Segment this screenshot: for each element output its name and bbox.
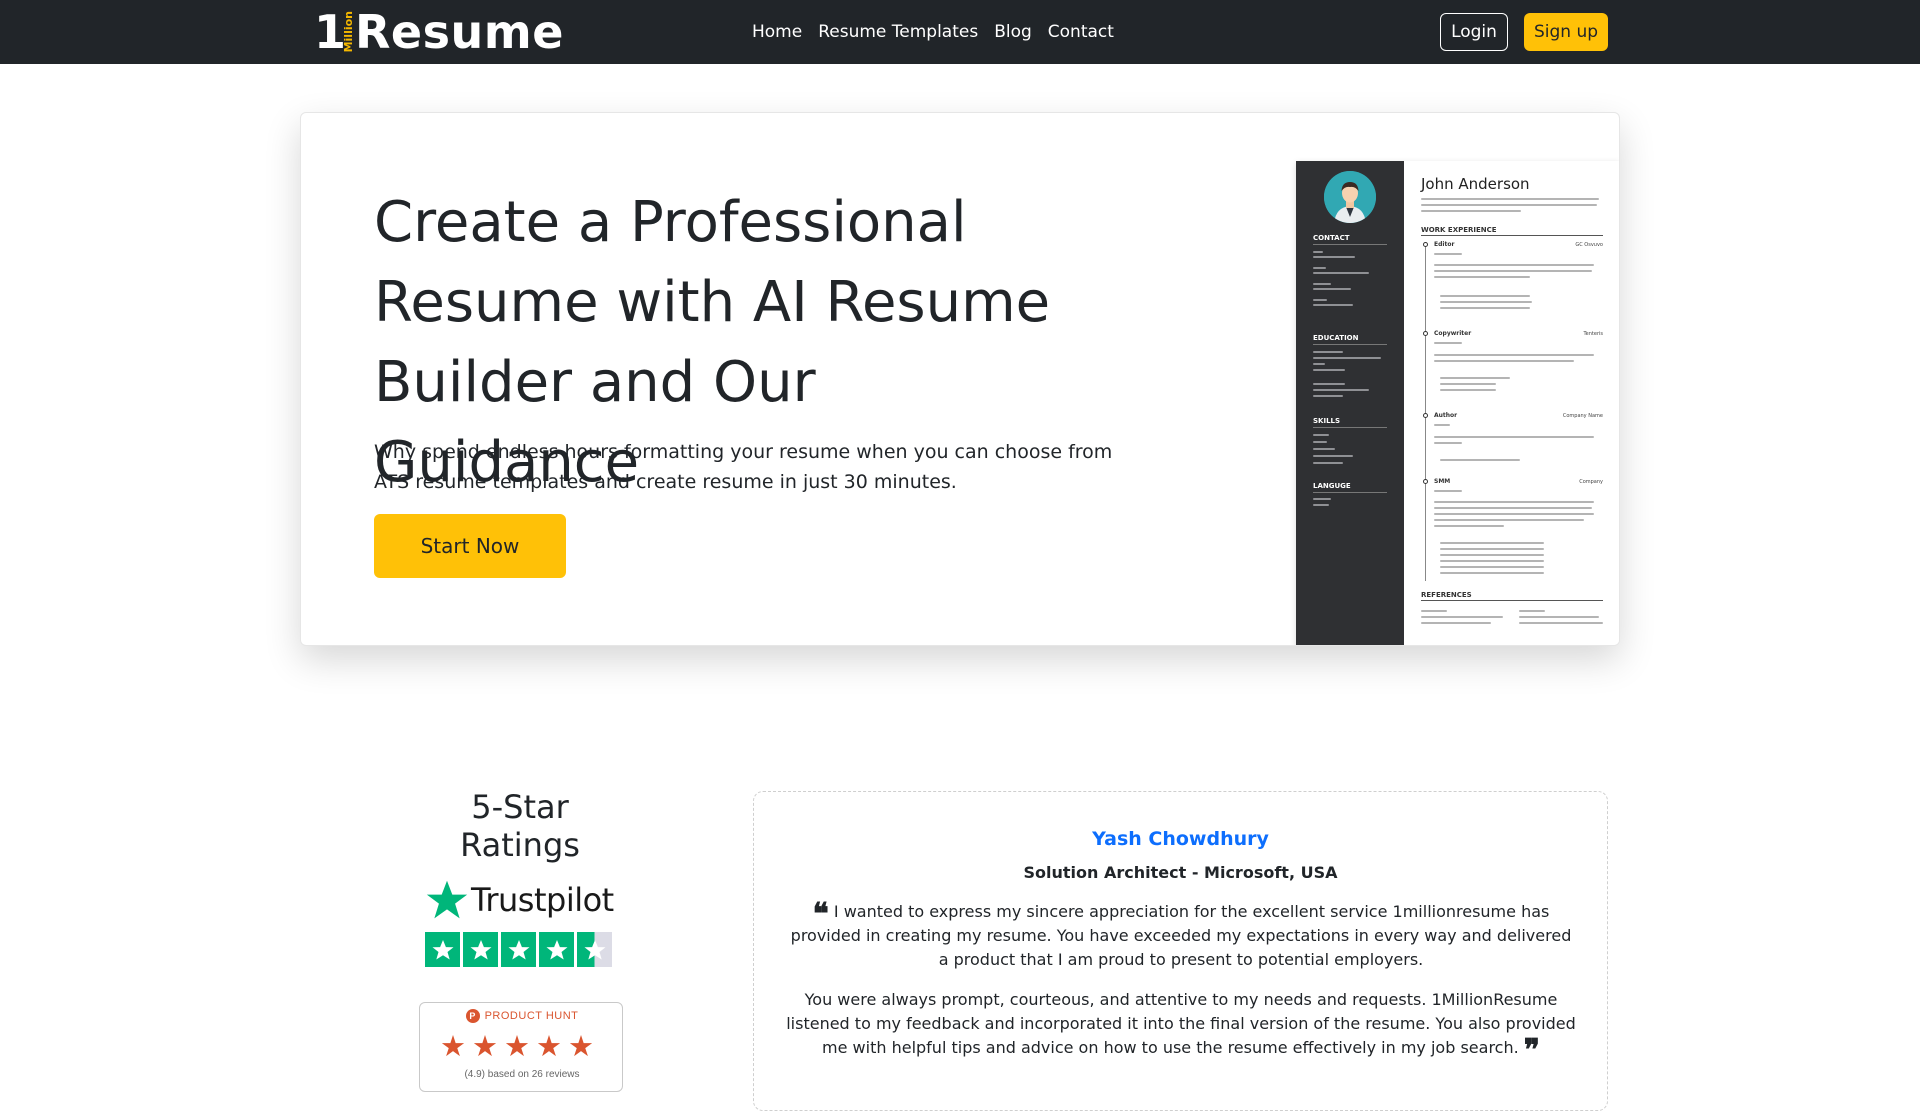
resume-sidebar: CONTACT EDUCATION SKILLS LANGUGE	[1296, 161, 1404, 645]
resume-section-work: WORK EXPERIENCE	[1421, 226, 1603, 236]
resume-job-company: Tenteris	[1583, 331, 1603, 337]
star-icon	[539, 932, 574, 967]
open-quote-icon: ❝	[812, 897, 829, 932]
hero-card: Create a Professional Resume with AI Res…	[300, 112, 1620, 646]
logo-million: Million	[342, 11, 356, 53]
product-hunt-review-note: (4.9) based on 26 reviews	[464, 1069, 580, 1080]
top-navbar: 1 Million Resume Home Resume Templates B…	[0, 0, 1920, 64]
resume-name: John Anderson	[1421, 175, 1530, 193]
main-nav: Home Resume Templates Blog Contact	[752, 0, 1114, 64]
resume-job-company: GC Osvuvo	[1575, 242, 1603, 248]
resume-section-language: LANGUGE	[1313, 482, 1387, 493]
trustpilot-stars	[425, 932, 612, 967]
resume-section-references: REFERENCES	[1421, 591, 1603, 601]
resume-main-column: John Anderson WORK EXPERIENCE Editor GC …	[1404, 161, 1619, 645]
hero-subtitle: Why spend endless hours formatting your …	[374, 441, 1113, 493]
site-logo[interactable]: 1 Million Resume	[314, 4, 564, 60]
star-icon	[425, 932, 460, 967]
logo-word: Resume	[355, 5, 564, 59]
product-hunt-badge[interactable]: P PRODUCT HUNT ★ ★ ★ ★ ★ (4.9) based on …	[419, 1002, 623, 1092]
star-icon: ★	[472, 1031, 498, 1063]
product-hunt-logo-icon: P	[465, 1009, 480, 1023]
nav-link-resume-templates[interactable]: Resume Templates	[818, 22, 978, 42]
resume-job-title: Author	[1434, 412, 1458, 419]
star-icon	[501, 932, 536, 967]
resume-job-title: Editor	[1434, 241, 1455, 248]
star-icon: ★	[504, 1031, 530, 1063]
signup-button[interactable]: Sign up	[1524, 13, 1608, 51]
product-hunt-header: P PRODUCT HUNT	[420, 1009, 624, 1023]
testimonial-author: Yash Chowdhury	[1092, 828, 1269, 850]
nav-link-contact[interactable]: Contact	[1048, 22, 1114, 42]
resume-section-contact: CONTACT	[1313, 234, 1387, 245]
star-icon: ★	[568, 1031, 594, 1063]
resume-job-title: Copywriter	[1434, 330, 1472, 337]
resume-section-education: EDUCATION	[1313, 334, 1387, 345]
avatar	[1324, 171, 1376, 223]
testimonial-role: Solution Architect - Microsoft, USA	[1023, 863, 1338, 882]
resume-job-company: Company Name	[1562, 413, 1603, 419]
product-hunt-stars: ★ ★ ★ ★ ★	[440, 1033, 594, 1062]
testimonial-body: ❝ I wanted to express my sincere appreci…	[786, 900, 1576, 1076]
resume-job-company: Company	[1579, 479, 1603, 485]
login-button[interactable]: Login	[1440, 13, 1508, 51]
close-quote-icon: ❞	[1523, 1033, 1540, 1068]
start-now-button[interactable]: Start Now	[374, 514, 566, 578]
product-hunt-label: PRODUCT HUNT	[484, 1010, 579, 1022]
star-icon: ★	[440, 1031, 466, 1063]
resume-preview-image: CONTACT EDUCATION SKILLS LANGUGE John An…	[1296, 161, 1619, 645]
nav-link-blog[interactable]: Blog	[994, 22, 1032, 42]
trustpilot-wordmark: Trustpilot	[471, 881, 614, 919]
testimonial-paragraph: ❝ I wanted to express my sincere appreci…	[790, 897, 1572, 970]
testimonial-paragraph: You were always prompt, courteous, and a…	[786, 990, 1576, 1068]
testimonial-card: Yash Chowdhury Solution Architect - Micr…	[753, 791, 1608, 1111]
star-icon: ★	[536, 1031, 562, 1063]
trustpilot-star-icon	[426, 880, 468, 919]
half-star-icon	[577, 932, 612, 967]
ratings-title: 5-Star Ratings	[460, 788, 580, 864]
resume-section-skills: SKILLS	[1313, 417, 1387, 428]
nav-link-home[interactable]: Home	[752, 22, 802, 42]
trustpilot-logo: Trustpilot	[425, 878, 614, 922]
star-icon	[463, 932, 498, 967]
resume-job-title: SMM	[1434, 478, 1451, 485]
